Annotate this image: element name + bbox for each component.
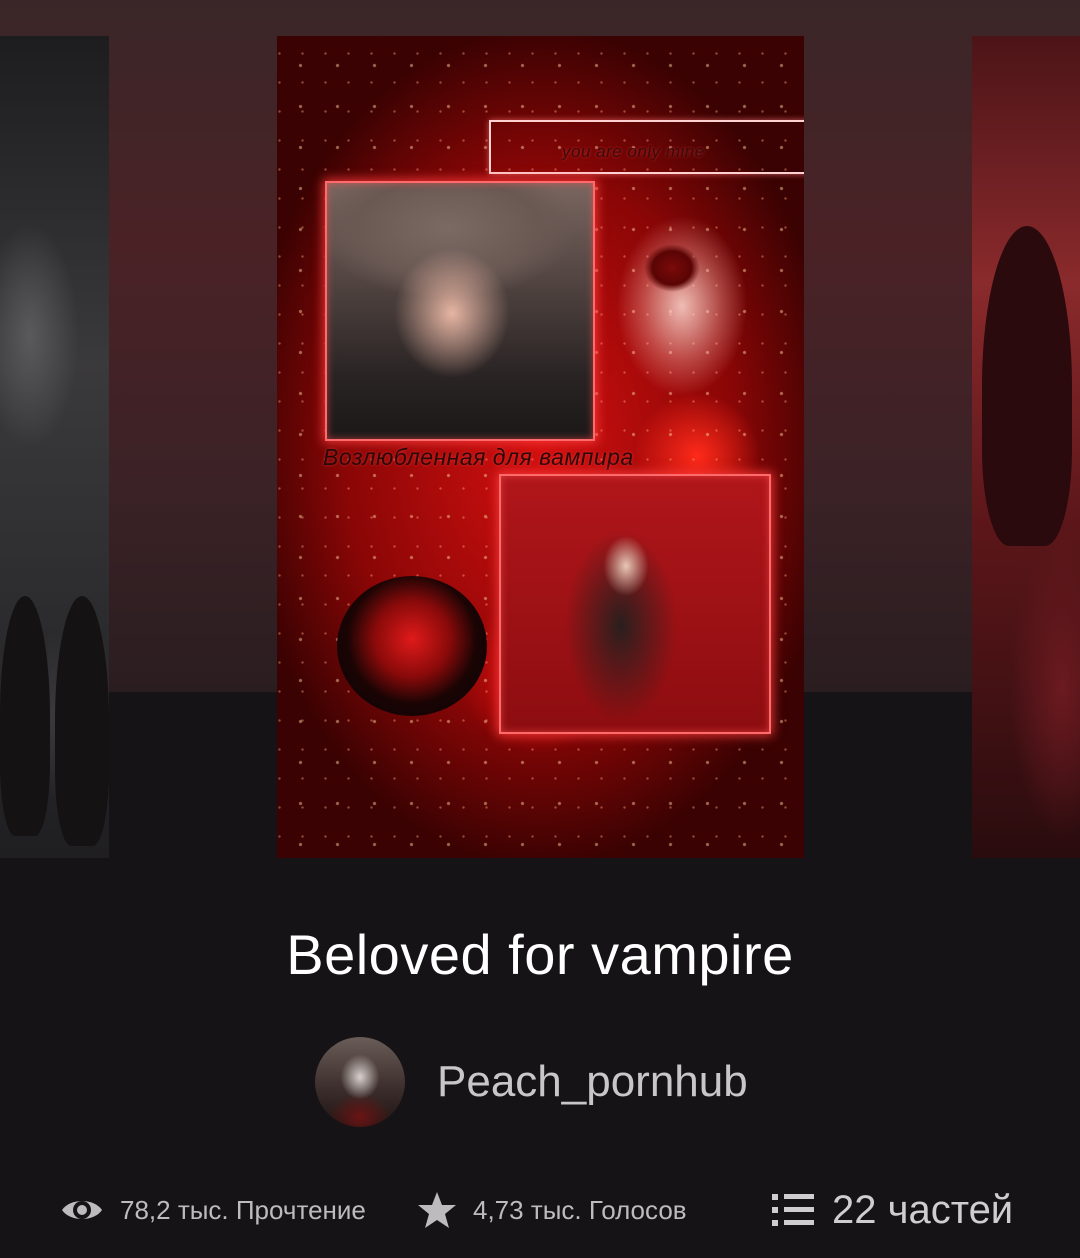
parts-stat[interactable]: 22 частей — [772, 1180, 1013, 1240]
list-icon — [772, 1192, 814, 1228]
next-story-cover[interactable] — [972, 36, 1080, 858]
votes-stat: 4,73 тыс. Голосов — [417, 1180, 687, 1240]
story-title[interactable]: Beloved for vampire — [0, 922, 1080, 987]
author-name[interactable]: Peach_pornhub — [437, 1057, 748, 1107]
votes-count: 4,73 тыс. Голосов — [473, 1194, 687, 1225]
cover-subtitle: Возлюбленная для вампира — [323, 444, 634, 470]
cover-photo-bottom — [499, 474, 771, 734]
cover-figure — [0, 596, 50, 836]
author-row[interactable]: Peach_pornhub — [315, 1036, 748, 1128]
views-stat: 78,2 тыс. Прочтение — [60, 1180, 366, 1240]
parts-count: 22 частей — [832, 1187, 1014, 1232]
cover-figure — [982, 226, 1072, 546]
avatar[interactable] — [315, 1037, 405, 1127]
story-cover[interactable]: you are only mine Возлюбленная для вампи… — [277, 36, 804, 858]
cover-photo-top — [325, 181, 595, 441]
views-count: 78,2 тыс. Прочтение — [120, 1194, 366, 1225]
cover-rose — [337, 576, 487, 716]
eye-icon — [60, 1195, 104, 1225]
previous-story-cover[interactable] — [0, 36, 109, 858]
cover-splatter — [617, 216, 747, 396]
cover-tagline: you are only mine — [562, 142, 705, 161]
cover-figure — [55, 596, 109, 846]
star-icon — [417, 1190, 457, 1230]
story-stats: 78,2 тыс. Прочтение 4,73 тыс. Голосов 22… — [0, 1180, 1080, 1240]
